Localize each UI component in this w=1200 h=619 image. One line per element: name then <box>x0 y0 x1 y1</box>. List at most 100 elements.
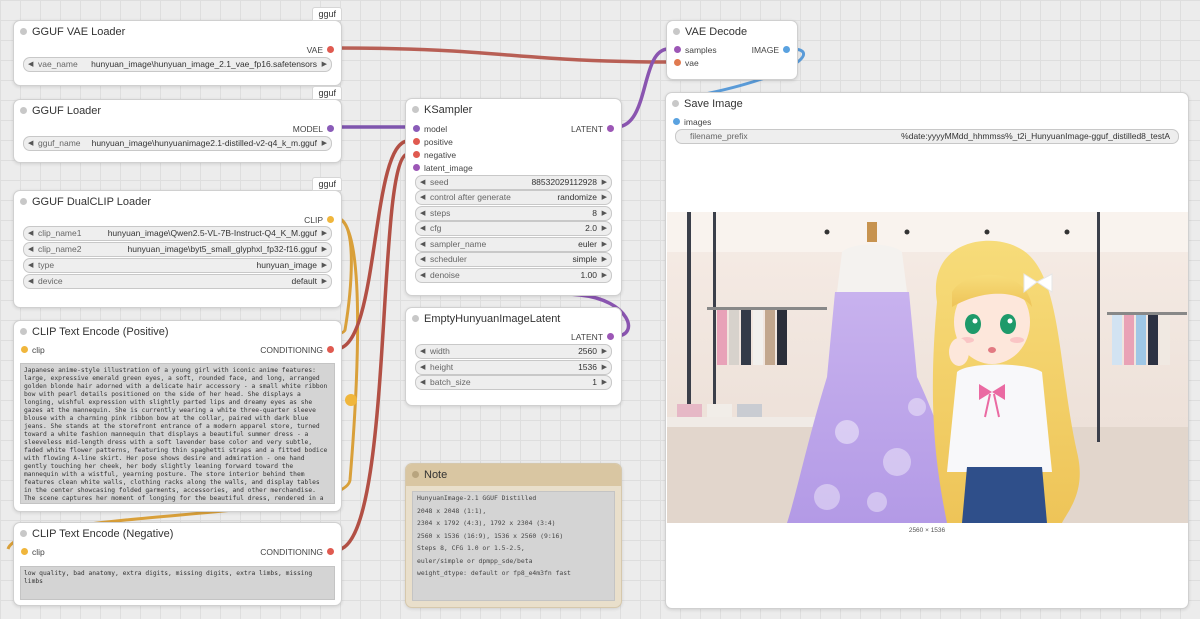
left-arrow-icon[interactable]: ◀ <box>28 275 33 288</box>
positive-prompt-textarea[interactable]: Japanese anime-style illustration of a y… <box>20 363 335 504</box>
node-title[interactable]: CLIP Text Encode (Positive) <box>14 321 341 343</box>
left-arrow-icon[interactable]: ◀ <box>28 58 33 71</box>
widget-gguf-name[interactable]: ◀ gguf_name hunyuan_image\hunyuanimage2.1-… <box>23 136 332 151</box>
node-title[interactable]: KSampler <box>406 99 621 121</box>
input-latent-image[interactable]: latent_image <box>413 162 473 174</box>
output-conditioning[interactable]: CONDITIONING <box>260 546 334 558</box>
output-dot[interactable] <box>327 216 334 223</box>
right-arrow-icon[interactable]: ▶ <box>602 376 607 389</box>
output-vae[interactable]: VAE <box>307 44 334 56</box>
input-dot[interactable] <box>674 59 681 66</box>
node-title[interactable]: GGUF Loader <box>14 100 341 122</box>
right-arrow-icon[interactable]: ▶ <box>322 227 327 240</box>
widget-filename-prefix[interactable]: filename_prefix %date:yyyyMMdd_hhmmss%_t2… <box>675 129 1179 144</box>
left-arrow-icon[interactable]: ◀ <box>28 137 33 150</box>
widget-batch-size[interactable]: ◀ batch_size 1 ▶ <box>415 375 612 390</box>
widget-vae-name[interactable]: ◀ vae_name hunyuan_image\hunyuan_image_2.1… <box>23 57 332 72</box>
input-dot[interactable] <box>413 164 420 171</box>
input-positive[interactable]: positive <box>413 136 453 148</box>
node-title[interactable]: EmptyHunyuanImageLatent <box>406 308 621 330</box>
widget-width[interactable]: ◀ width 2560 ▶ <box>415 344 612 359</box>
node-gguf-vae-loader[interactable]: gguf GGUF VAE Loader VAE ◀ vae_name hunyua… <box>13 7 342 86</box>
output-dot[interactable] <box>783 46 790 53</box>
widget-sampler-name[interactable]: ◀ sampler_name euler ▶ <box>415 237 612 252</box>
input-vae[interactable]: vae <box>674 57 699 69</box>
node-clip-text-encode-negative[interactable]: CLIP Text Encode (Negative) clip CONDITI… <box>13 522 342 606</box>
input-clip[interactable]: clip <box>21 344 45 356</box>
output-image[interactable]: IMAGE <box>752 44 790 56</box>
output-dot[interactable] <box>327 125 334 132</box>
left-arrow-icon[interactable]: ◀ <box>28 243 33 256</box>
left-arrow-icon[interactable]: ◀ <box>420 253 425 266</box>
right-arrow-icon[interactable]: ▶ <box>602 345 607 358</box>
node-empty-hunyuan-image-latent[interactable]: EmptyHunyuanImageLatent LATENT ◀ width 256… <box>405 307 622 406</box>
left-arrow-icon[interactable]: ◀ <box>420 191 425 204</box>
right-arrow-icon[interactable]: ▶ <box>602 207 607 220</box>
right-arrow-icon[interactable]: ▶ <box>602 222 607 235</box>
widget-clip-name1[interactable]: ◀ clip_name1 hunyuan_image\Qwen2.5-VL-7B-I… <box>23 226 332 241</box>
right-arrow-icon[interactable]: ▶ <box>602 176 607 189</box>
input-model[interactable]: model <box>413 123 447 135</box>
node-ksampler[interactable]: KSampler model positive negative latent_… <box>405 98 622 296</box>
widget-clip-name2[interactable]: ◀ clip_name2 hunyuan_image\byt5_small_glyp… <box>23 242 332 257</box>
input-dot[interactable] <box>413 151 420 158</box>
widget-scheduler[interactable]: ◀ scheduler simple ▶ <box>415 252 612 267</box>
output-clip[interactable]: CLIP <box>304 214 334 226</box>
node-vae-decode[interactable]: VAE Decode samples vae IMAGE <box>666 20 798 80</box>
output-dot[interactable] <box>607 333 614 340</box>
left-arrow-icon[interactable]: ◀ <box>420 176 425 189</box>
node-title[interactable]: Save Image <box>666 93 1188 115</box>
right-arrow-icon[interactable]: ▶ <box>322 243 327 256</box>
right-arrow-icon[interactable]: ▶ <box>602 361 607 374</box>
widget-denoise[interactable]: ◀ denoise 1.00 ▶ <box>415 268 612 283</box>
node-title[interactable]: Note <box>406 464 621 486</box>
node-clip-text-encode-positive[interactable]: CLIP Text Encode (Positive) clip CONDITI… <box>13 320 342 512</box>
input-dot[interactable] <box>674 46 681 53</box>
input-clip[interactable]: clip <box>21 546 45 558</box>
right-arrow-icon[interactable]: ▶ <box>322 259 327 272</box>
input-dot[interactable] <box>673 118 680 125</box>
widget-device[interactable]: ◀ device default ▶ <box>23 274 332 289</box>
output-model[interactable]: MODEL <box>293 123 334 135</box>
node-gguf-dualclip-loader[interactable]: gguf GGUF DualCLIP Loader CLIP ◀ clip_nam… <box>13 177 342 308</box>
widget-control-after-generate[interactable]: ◀ control after generate randomize ▶ <box>415 190 612 205</box>
output-dot[interactable] <box>327 548 334 555</box>
right-arrow-icon[interactable]: ▶ <box>322 58 327 71</box>
left-arrow-icon[interactable]: ◀ <box>420 345 425 358</box>
left-arrow-icon[interactable]: ◀ <box>28 259 33 272</box>
right-arrow-icon[interactable]: ▶ <box>602 238 607 251</box>
left-arrow-icon[interactable]: ◀ <box>28 227 33 240</box>
output-latent[interactable]: LATENT <box>571 331 614 343</box>
output-conditioning[interactable]: CONDITIONING <box>260 344 334 356</box>
node-save-image[interactable]: Save Image images filename_prefix %date:y… <box>665 92 1189 609</box>
generated-image-preview[interactable] <box>667 212 1188 523</box>
widget-cfg[interactable]: ◀ cfg 2.0 ▶ <box>415 221 612 236</box>
widget-steps[interactable]: ◀ steps 8 ▶ <box>415 206 612 221</box>
input-dot[interactable] <box>413 125 420 132</box>
input-dot[interactable] <box>413 138 420 145</box>
left-arrow-icon[interactable]: ◀ <box>420 238 425 251</box>
node-title[interactable]: GGUF VAE Loader <box>14 21 341 43</box>
node-title[interactable]: VAE Decode <box>667 21 797 43</box>
widget-seed[interactable]: ◀ seed 88532029112928 ▶ <box>415 175 612 190</box>
widget-type[interactable]: ◀ type hunyuan_image ▶ <box>23 258 332 273</box>
negative-prompt-textarea[interactable]: low quality, bad anatomy, extra digits, … <box>20 566 335 600</box>
left-arrow-icon[interactable]: ◀ <box>420 361 425 374</box>
output-dot[interactable] <box>327 346 334 353</box>
input-negative[interactable]: negative <box>413 149 456 161</box>
node-title[interactable]: CLIP Text Encode (Negative) <box>14 523 341 545</box>
right-arrow-icon[interactable]: ▶ <box>602 191 607 204</box>
input-dot[interactable] <box>21 346 28 353</box>
right-arrow-icon[interactable]: ▶ <box>322 275 327 288</box>
output-dot[interactable] <box>607 125 614 132</box>
output-latent[interactable]: LATENT <box>571 123 614 135</box>
left-arrow-icon[interactable]: ◀ <box>420 376 425 389</box>
left-arrow-icon[interactable]: ◀ <box>420 207 425 220</box>
input-dot[interactable] <box>21 548 28 555</box>
right-arrow-icon[interactable]: ▶ <box>602 253 607 266</box>
widget-height[interactable]: ◀ height 1536 ▶ <box>415 360 612 375</box>
input-samples[interactable]: samples <box>674 44 717 56</box>
note-textarea[interactable]: HunyuanImage-2.1 GGUF Distilled 2048 x 2… <box>412 491 615 601</box>
right-arrow-icon[interactable]: ▶ <box>322 137 327 150</box>
node-title[interactable]: GGUF DualCLIP Loader <box>14 191 341 213</box>
